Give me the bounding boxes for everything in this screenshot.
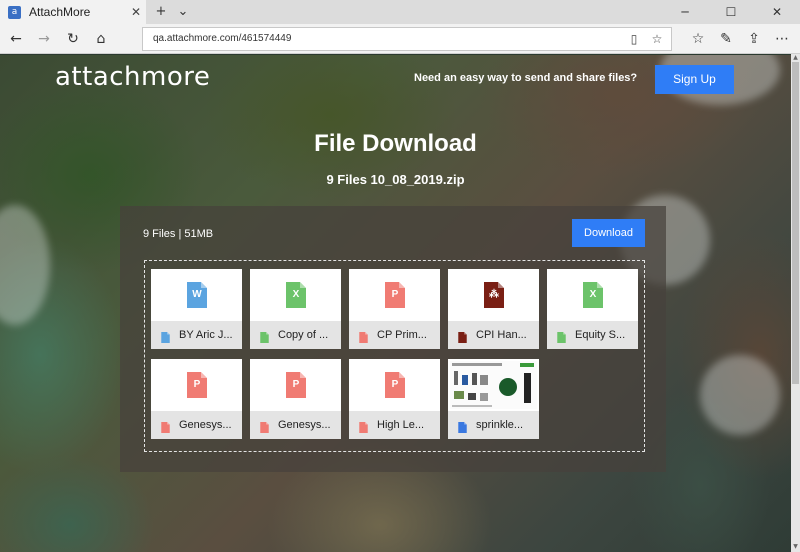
file-card[interactable]: P High Le... [349,359,440,439]
file-info[interactable]: Genesys... [151,411,242,439]
file-card[interactable]: P Genesys... [151,359,242,439]
file-info[interactable]: High Le... [349,411,440,439]
favorites-hub-icon[interactable]: ☆ [686,28,710,50]
pdf-file-icon: ⁂ [484,282,504,308]
file-card[interactable]: X Copy of ... [250,269,341,349]
browser-titlebar: a AttachMore ✕ + ⌄ ─ ☐ ✕ [0,0,800,24]
more-menu-icon[interactable]: ⋯ [770,28,794,50]
powerpoint-file-icon: P [385,282,405,308]
tab-close-icon[interactable]: ✕ [126,5,146,19]
word-file-icon: W [187,282,207,308]
refresh-icon[interactable]: ↻ [61,28,85,50]
scroll-up-icon[interactable]: ▲ [791,54,800,62]
address-url[interactable]: qa.attachmore.com/461574449 [153,28,291,50]
file-name[interactable]: CPI Han... [476,321,534,349]
file-type-small-icon [359,420,368,433]
file-card[interactable]: sprinkle... [448,359,539,439]
share-icon[interactable]: ⇪ [742,28,766,50]
file-type-small-icon [161,330,170,343]
file-info[interactable]: Equity S... [547,321,638,349]
file-info[interactable]: CPI Han... [448,321,539,349]
maximize-icon[interactable]: ☐ [708,0,754,24]
file-name[interactable]: sprinkle... [476,411,534,439]
back-icon[interactable]: ← [4,28,28,50]
surf-decoration [700,355,780,435]
powerpoint-file-icon: P [187,372,207,398]
file-type-small-icon [359,330,368,343]
file-preview[interactable]: X [250,269,341,321]
surf-decoration [0,205,50,325]
address-bar[interactable]: qa.attachmore.com/461574449 ▯ ☆ [142,27,672,51]
file-preview[interactable]: W [151,269,242,321]
file-type-small-icon [458,330,467,343]
file-name[interactable]: BY Aric J... [179,321,237,349]
page-scrollbar[interactable]: ▲ ▼ [791,54,800,552]
file-card[interactable]: X Equity S... [547,269,638,349]
file-name[interactable]: CP Prim... [377,321,435,349]
file-type-small-icon [260,420,269,433]
excel-file-icon: X [583,282,603,308]
file-preview[interactable]: P [250,359,341,411]
file-info[interactable]: Genesys... [250,411,341,439]
close-window-icon[interactable]: ✕ [754,0,800,24]
file-name[interactable]: High Le... [377,411,435,439]
tab-list-chevron-icon[interactable]: ⌄ [172,2,194,22]
file-name[interactable]: Copy of ... [278,321,336,349]
file-type-small-icon [557,330,566,343]
file-name[interactable]: Genesys... [179,411,237,439]
image-thumbnail [450,361,537,409]
minimize-icon[interactable]: ─ [662,0,708,24]
page-title: File Download [314,130,477,157]
download-button[interactable]: Download [572,219,645,247]
file-preview[interactable]: ⁂ [448,269,539,321]
scroll-down-icon[interactable]: ▼ [791,543,800,551]
site-favicon-icon: a [8,5,21,19]
file-preview[interactable]: P [349,269,440,321]
header-tagline: Need an easy way to send and share files… [414,72,638,84]
file-name[interactable]: Genesys... [278,411,336,439]
reading-view-icon[interactable]: ▯ [623,28,645,50]
download-panel: 9 Files | 51MB Download W BY Aric J... X Co… [120,206,666,472]
browser-tab[interactable]: a AttachMore ✕ [0,0,146,24]
sign-up-button[interactable]: Sign Up [655,65,734,94]
file-preview[interactable] [448,359,539,411]
file-summary: 9 Files | 51MB [143,228,214,240]
home-icon[interactable]: ⌂ [89,28,113,50]
tab-title: AttachMore [29,5,91,19]
archive-name: 9 Files 10_08_2019.zip [326,172,465,187]
forward-icon[interactable]: → [32,28,56,50]
file-preview[interactable]: X [547,269,638,321]
pen-notes-icon[interactable]: ✎ [714,28,738,50]
file-info[interactable]: Copy of ... [250,321,341,349]
file-card[interactable]: ⁂ CPI Han... [448,269,539,349]
file-card[interactable]: W BY Aric J... [151,269,242,349]
file-card[interactable]: P Genesys... [250,359,341,439]
file-type-small-icon [458,420,467,433]
file-type-small-icon [260,330,269,343]
file-grid: W BY Aric J... X Copy of ... P CP Prim... ⁂ CPI… [144,260,645,452]
browser-navbar: ← → ↻ ⌂ qa.attachmore.com/461574449 ▯ ☆ … [0,24,800,54]
new-tab-icon[interactable]: + [150,2,172,22]
file-card[interactable]: P CP Prim... [349,269,440,349]
file-info[interactable]: BY Aric J... [151,321,242,349]
file-name[interactable]: Equity S... [575,321,633,349]
brand-logo[interactable]: attachmore [55,62,210,92]
file-info[interactable]: sprinkle... [448,411,539,439]
file-preview[interactable]: P [349,359,440,411]
excel-file-icon: X [286,282,306,308]
file-type-small-icon [161,420,170,433]
page-background: attachmore Need an easy way to send and … [0,55,791,552]
powerpoint-file-icon: P [385,372,405,398]
powerpoint-file-icon: P [286,372,306,398]
favorite-star-icon[interactable]: ☆ [646,28,668,50]
scroll-thumb[interactable] [792,62,799,384]
file-info[interactable]: CP Prim... [349,321,440,349]
file-preview[interactable]: P [151,359,242,411]
